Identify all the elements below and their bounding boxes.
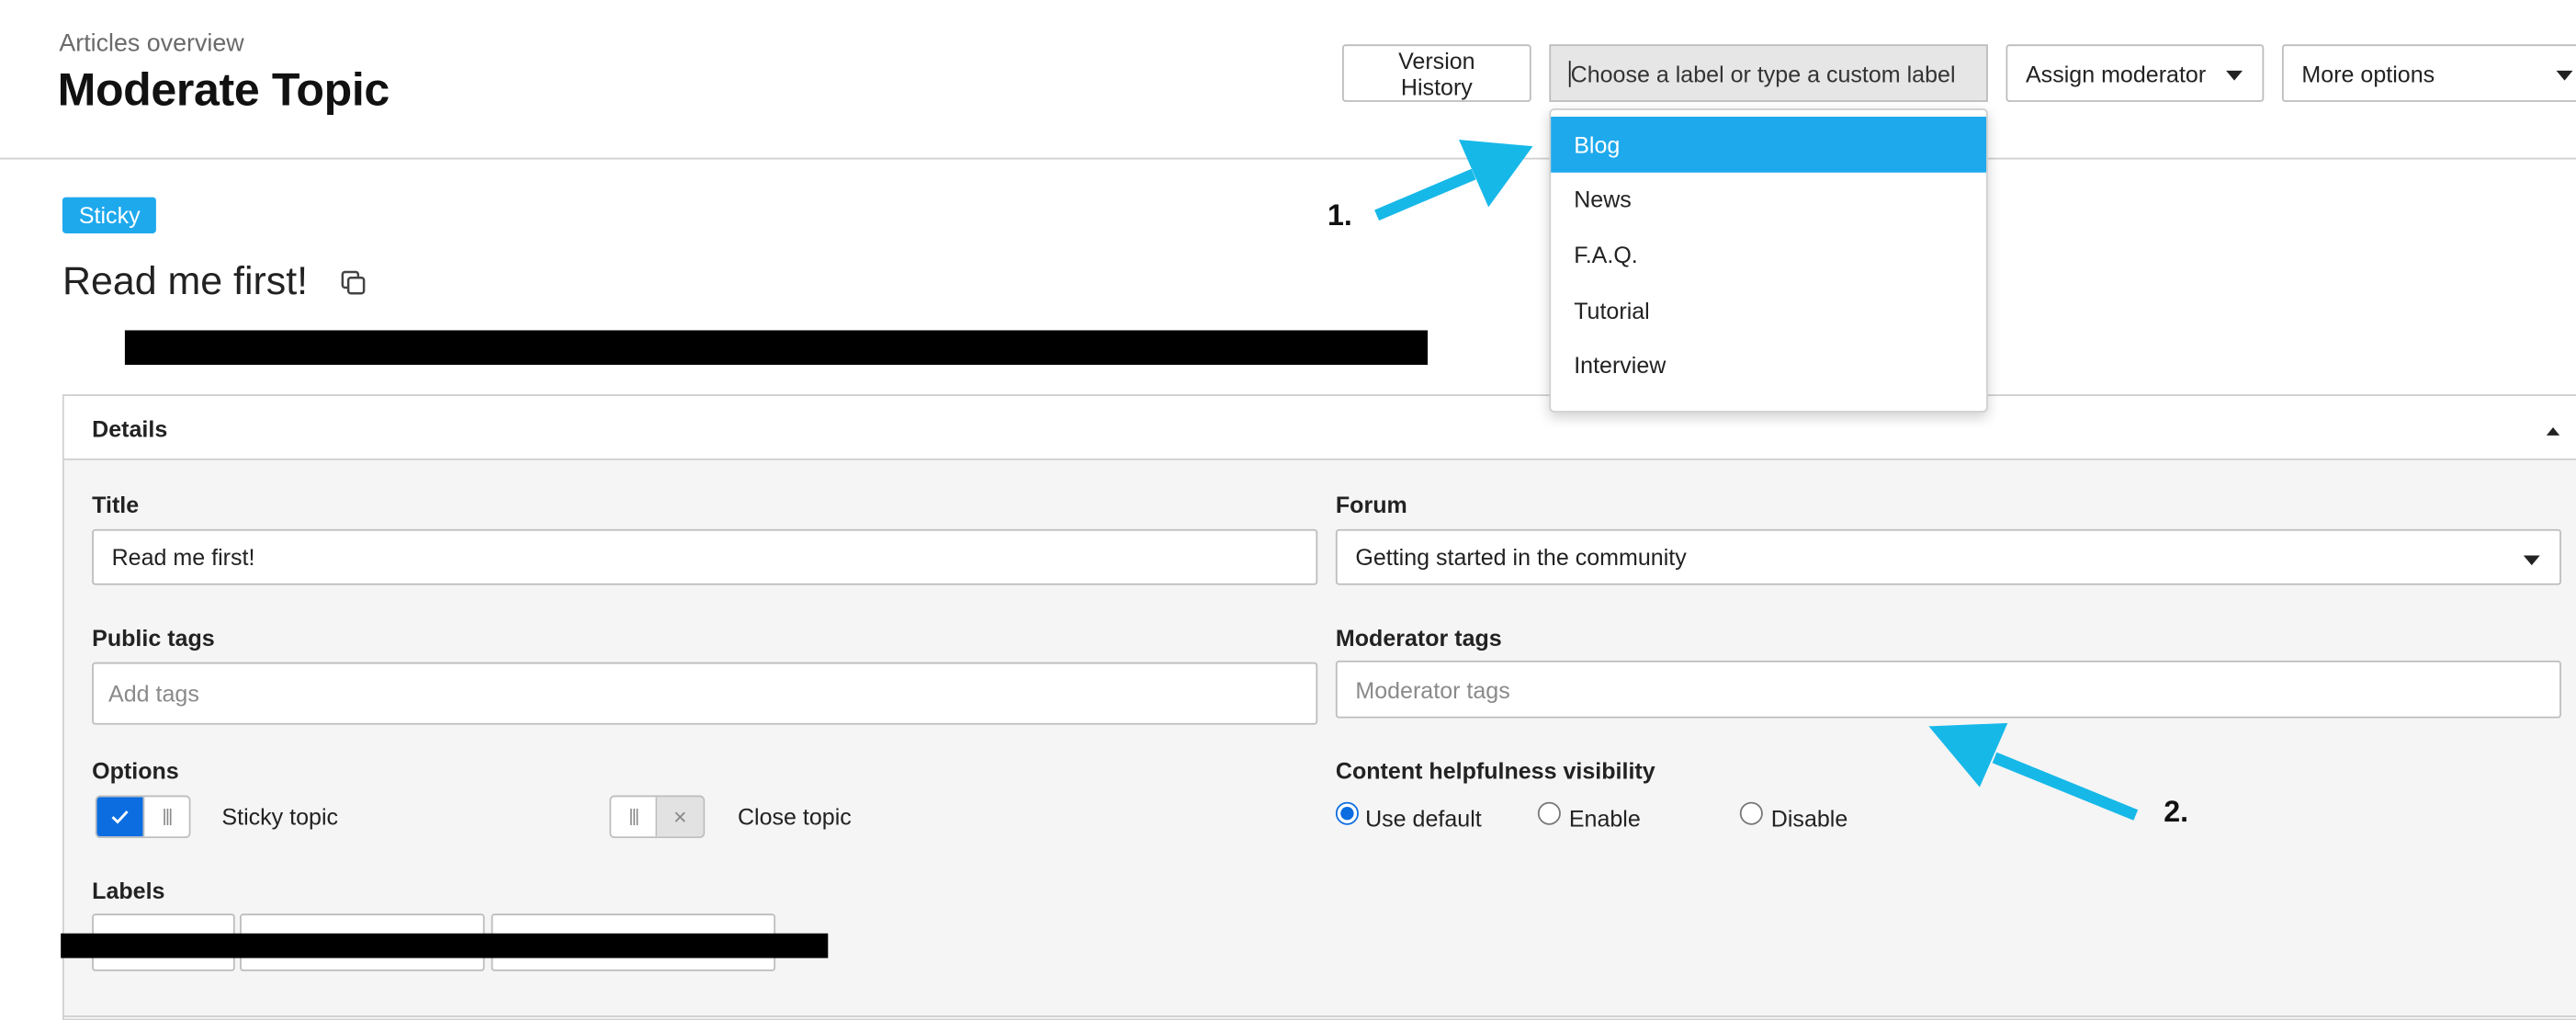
details-heading: Details: [92, 415, 168, 443]
redacted-block: [124, 330, 1429, 366]
options-label: Options: [92, 757, 179, 785]
collapse-icon[interactable]: [2546, 426, 2560, 436]
assign-moderator-button[interactable]: Assign moderator: [2005, 44, 2265, 102]
page-title: Moderate Topic: [57, 63, 390, 116]
close-topic-label: Close topic: [737, 803, 852, 831]
radio-disable[interactable]: [1739, 801, 1763, 825]
annotation-step-1: 1.: [1327, 198, 1352, 232]
title-label: Title: [92, 491, 140, 518]
check-icon: [96, 797, 143, 837]
radio-use-default-label: Use default: [1365, 805, 1482, 832]
copy-icon[interactable]: [340, 269, 367, 296]
moderate-topic-page: Articles overview Moderate Topic Version…: [0, 0, 2576, 1020]
chevron-down-icon: [2523, 555, 2540, 566]
helpfulness-label: Content helpfulness visibility: [1335, 757, 1655, 785]
radio-enable-label: Enable: [1568, 805, 1641, 832]
public-tags-label: Public tags: [92, 624, 215, 652]
chevron-down-icon: [2226, 70, 2243, 81]
moderator-tags-label: Moderator tags: [1335, 624, 1502, 652]
label-option-blog[interactable]: Blog: [1551, 116, 1987, 173]
version-history-button[interactable]: Version History: [1342, 44, 1531, 102]
details-panel-header[interactable]: Details: [63, 395, 2576, 460]
close-icon: ×: [657, 797, 704, 837]
label-option-interview[interactable]: Interview: [1551, 337, 1986, 392]
label-dropdown: Blog News F.A.Q. Tutorial Interview: [1549, 108, 1988, 413]
breadcrumb[interactable]: Articles overview: [59, 29, 243, 57]
chevron-down-icon: [2556, 70, 2573, 81]
toggle-handle-icon: |||: [611, 797, 658, 837]
sticky-topic-label: Sticky topic: [221, 803, 339, 831]
radio-enable[interactable]: [1537, 801, 1561, 825]
more-options-label: More options: [2301, 60, 2435, 86]
topic-title: Read me first!: [62, 259, 309, 304]
page-header: Articles overview Moderate Topic Version…: [0, 0, 2576, 160]
assign-moderator-label: Assign moderator: [2025, 60, 2207, 86]
toggle-handle-icon: |||: [142, 797, 189, 837]
label-option-news[interactable]: News: [1551, 172, 1986, 227]
moderator-tags-input[interactable]: Moderator tags: [1335, 660, 2561, 719]
label-input[interactable]: [1570, 60, 1967, 86]
title-input[interactable]: Read me first!: [92, 528, 1318, 585]
status-badge: Sticky: [62, 197, 157, 233]
panel-divider: [63, 1015, 2576, 1017]
sticky-topic-toggle[interactable]: |||: [95, 795, 191, 839]
annotation-step-2: 2.: [2164, 795, 2189, 829]
radio-disable-label: Disable: [1770, 805, 1848, 832]
redacted-block: [61, 933, 829, 958]
radio-use-default[interactable]: [1335, 801, 1359, 825]
forum-label: Forum: [1335, 491, 1407, 518]
public-tags-input[interactable]: Add tags: [92, 662, 1318, 725]
label-combobox[interactable]: [1549, 44, 1988, 102]
more-options-button[interactable]: More options: [2281, 44, 2576, 102]
close-topic-toggle[interactable]: ||| ×: [609, 795, 706, 839]
text-caret: [1568, 61, 1571, 87]
label-option-faq[interactable]: F.A.Q.: [1551, 227, 1986, 282]
forum-selected-value: Getting started in the community: [1355, 543, 1687, 571]
label-option-tutorial[interactable]: Tutorial: [1551, 282, 1986, 337]
forum-select[interactable]: Getting started in the community: [1335, 528, 2561, 585]
labels-label: Labels: [92, 877, 165, 904]
